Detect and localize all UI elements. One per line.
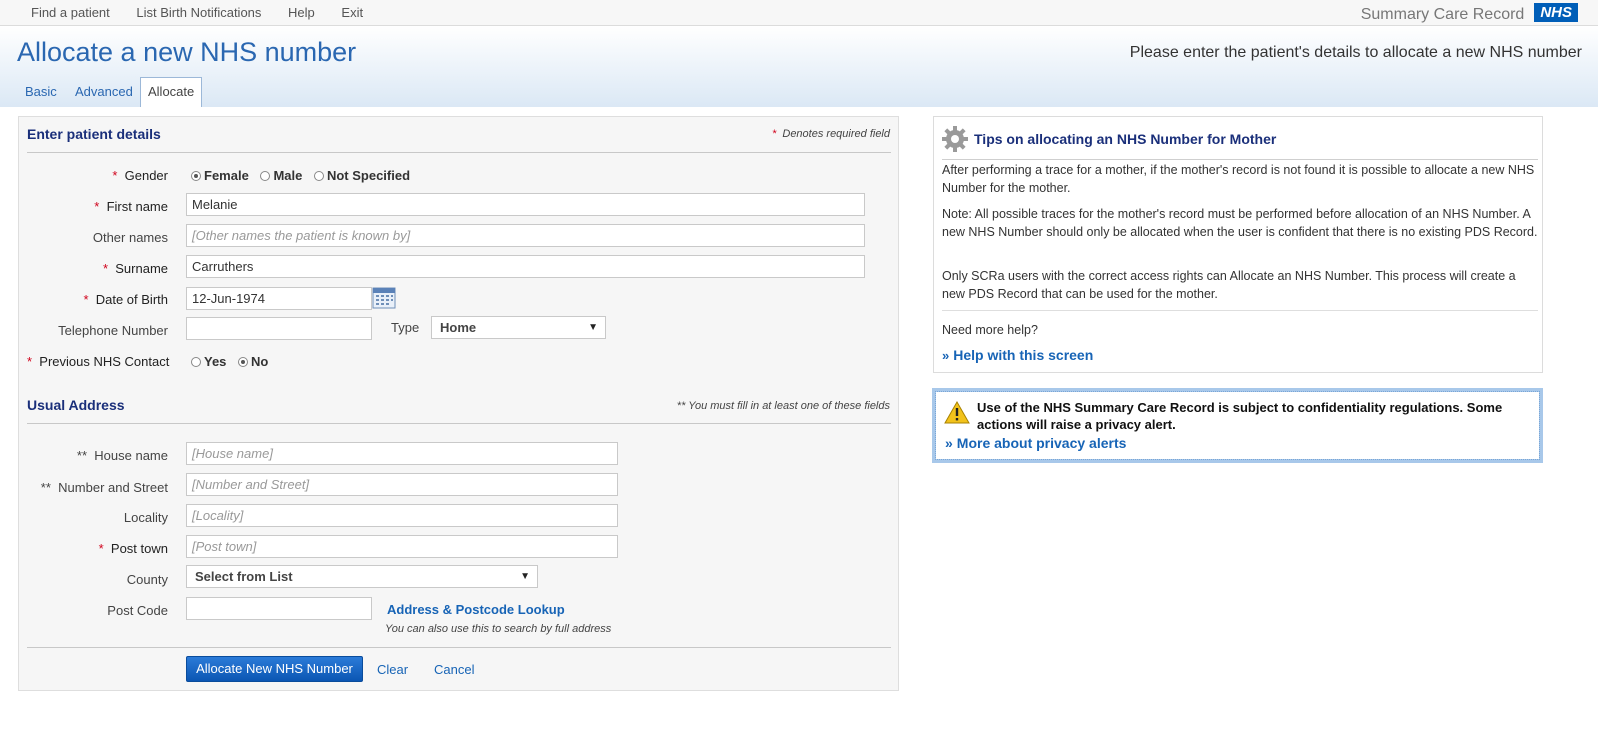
divider [27, 647, 891, 648]
previous-contact-radio-group: Yes No [191, 354, 276, 369]
dob-label: * Date of Birth [83, 292, 168, 307]
tips-panel: Tips on allocating an NHS Number for Mot… [933, 116, 1543, 373]
page-header: Allocate a new NHS number Please enter t… [0, 26, 1598, 107]
chevron-down-icon: ▼ [588, 322, 598, 333]
more-about-privacy-alerts-link[interactable]: More about privacy alerts [957, 435, 1127, 451]
first-name-input[interactable]: Melanie [186, 193, 865, 216]
telephone-input[interactable] [186, 317, 372, 340]
county-value: Select from List [195, 569, 293, 584]
tips-paragraph-3: Only SCRa users with the correct access … [942, 269, 1516, 301]
help-with-screen-link[interactable]: Help with this screen [953, 347, 1093, 363]
post-code-input[interactable] [186, 597, 372, 620]
surname-label: * Surname [102, 261, 168, 276]
required-mark: * [771, 128, 777, 140]
phone-type-select[interactable]: Home ▼ [431, 316, 606, 339]
house-name-input[interactable]: [House name] [186, 442, 618, 465]
address-lookup-link[interactable]: Address & Postcode Lookup [387, 602, 565, 617]
privacy-text: Use of the NHS Summary Care Record is su… [977, 400, 1503, 432]
section-title-usual-address: Usual Address [27, 397, 125, 413]
top-nav: Find a patient List Birth Notifications … [31, 5, 386, 20]
tab-allocate[interactable]: Allocate [140, 77, 203, 107]
nav-find-patient[interactable]: Find a patient [31, 5, 110, 20]
gender-label: * Gender [112, 168, 168, 183]
required-field-note: * Denotes required field [772, 128, 890, 140]
phone-type-label: Type [391, 320, 420, 335]
other-names-input[interactable]: [Other names the patient is known by] [186, 224, 865, 247]
page-subtitle: Please enter the patient's details to al… [1129, 44, 1582, 61]
first-name-label: * First name [94, 199, 168, 214]
address-note: ** You must fill in at least one of thes… [676, 400, 890, 412]
brand-title: Summary Care Record [1360, 6, 1525, 23]
page-title: Allocate a new NHS number [17, 37, 357, 67]
warning-icon [944, 401, 970, 424]
nav-exit[interactable]: Exit [341, 5, 363, 20]
required-note-text: Denotes required field [782, 128, 890, 140]
telephone-label: Telephone Number [58, 323, 168, 338]
surname-input[interactable]: Carruthers [186, 255, 865, 278]
gender-not-specified-radio[interactable]: Not Specified [313, 168, 410, 183]
gender-male-radio[interactable]: Male [260, 168, 302, 183]
double-chevron-icon: » [945, 435, 953, 451]
nhs-logo: NHS [1534, 3, 1578, 22]
allocate-button[interactable]: Allocate New NHS Number [186, 656, 363, 682]
chevron-down-icon: ▼ [520, 571, 530, 582]
address-lookup-hint: You can also use this to search by full … [385, 623, 612, 635]
help-prompt: Need more help? [942, 323, 1038, 337]
street-input[interactable]: [Number and Street] [186, 473, 618, 496]
gender-radio-group: Female Male Not Specified [191, 168, 418, 183]
nav-list-birth-notifications[interactable]: List Birth Notifications [136, 5, 261, 20]
tips-paragraph-2: Note: All possible traces for the mother… [942, 207, 1538, 239]
street-label: ** Number and Street [40, 480, 168, 495]
privacy-alert-panel: Use of the NHS Summary Care Record is su… [932, 388, 1543, 463]
house-name-label: ** House name [76, 448, 168, 463]
county-select[interactable]: Select from List ▼ [186, 565, 538, 588]
previous-nhs-contact-label: * Previous NHS Contact [27, 354, 170, 369]
help-link-row[interactable]: » Help with this screen [942, 347, 1093, 363]
cancel-button[interactable]: Cancel [434, 662, 474, 677]
brand: Summary Care Record NHS [1361, 3, 1578, 24]
other-names-label: Other names [92, 230, 168, 245]
locality-label: Locality [123, 510, 168, 525]
previous-contact-no-radio[interactable]: No [238, 354, 268, 369]
post-town-label: * Post town [98, 541, 168, 556]
tab-basic[interactable]: Basic [25, 77, 57, 107]
post-code-label: Post Code [107, 603, 168, 618]
dob-input[interactable]: 12-Jun-1974 [186, 287, 372, 310]
top-navigation-bar: Find a patient List Birth Notifications … [0, 0, 1598, 26]
patient-details-form: Enter patient details * Denotes required… [18, 116, 899, 691]
post-town-input[interactable]: [Post town] [186, 535, 618, 558]
divider [27, 423, 891, 424]
calendar-icon[interactable] [372, 286, 396, 310]
locality-input[interactable]: [Locality] [186, 504, 618, 527]
previous-contact-yes-radio[interactable]: Yes [191, 354, 226, 369]
gender-female-radio[interactable]: Female [191, 168, 249, 183]
nav-help[interactable]: Help [288, 5, 315, 20]
privacy-link-row[interactable]: » More about privacy alerts [945, 435, 1126, 451]
tips-paragraph-1: After performing a trace for a mother, i… [942, 163, 1535, 195]
gear-icon [942, 126, 968, 152]
divider [942, 159, 1538, 160]
divider [27, 152, 891, 153]
county-label: County [126, 572, 168, 587]
section-title-patient-details: Enter patient details [27, 126, 161, 142]
tips-title: Tips on allocating an NHS Number for Mot… [974, 131, 1277, 147]
phone-type-value: Home [440, 320, 477, 335]
tab-advanced[interactable]: Advanced [75, 77, 133, 107]
clear-button[interactable]: Clear [377, 662, 408, 677]
double-chevron-icon: » [942, 348, 949, 363]
divider [942, 310, 1538, 311]
